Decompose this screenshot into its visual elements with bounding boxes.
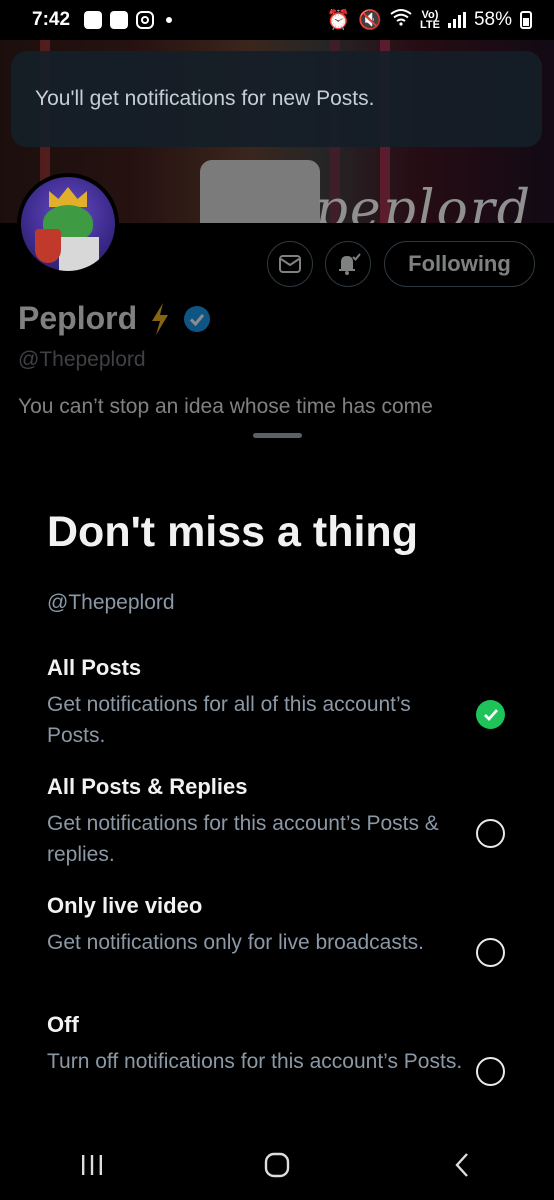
option-all-posts[interactable]: All Posts Get notifications for all of t… (47, 655, 527, 751)
mail-icon (279, 255, 301, 273)
radio-unselected[interactable] (476, 938, 505, 967)
option-description: Get notifications for all of this accoun… (47, 693, 411, 747)
battery-percent: 58% (473, 9, 512, 30)
sheet-subtitle: @Thepeplord (47, 591, 175, 614)
toast-message: You'll get notifications for new Posts. (35, 87, 375, 110)
shopping-bag-icon (110, 11, 129, 29)
signal-icon (447, 12, 466, 28)
home-icon (264, 1152, 290, 1178)
option-all-posts-replies[interactable]: All Posts & Replies Get notifications fo… (47, 774, 527, 870)
display-name: Peplord (18, 300, 138, 336)
option-title: All Posts & Replies (47, 774, 248, 799)
message-button[interactable] (267, 241, 313, 287)
option-description: Get notifications only for live broadcas… (47, 931, 425, 954)
radio-unselected[interactable] (476, 1057, 505, 1086)
network-type: Vo) LTE (420, 9, 440, 31)
radio-selected[interactable] (476, 700, 505, 729)
notifications-button[interactable] (325, 241, 371, 287)
back-icon (455, 1153, 468, 1177)
bell-check-icon (339, 253, 361, 275)
battery-icon (520, 11, 532, 29)
lightning-icon (152, 302, 169, 335)
option-only-live-video[interactable]: Only live video Get notifications only f… (47, 893, 527, 967)
back-button[interactable] (432, 1145, 492, 1185)
mute-icon: 🔇 (358, 10, 382, 31)
verified-badge-icon (184, 305, 211, 332)
recents-icon (82, 1155, 103, 1175)
notification-toast: You'll get notifications for new Posts. (11, 51, 542, 147)
option-description: Get notifications for this account’s Pos… (47, 812, 439, 866)
checkmark-icon (483, 708, 498, 721)
alarm-icon: ⏰ (326, 10, 351, 31)
status-time: 7:42 (32, 9, 71, 30)
profile-handle: @Thepeplord (18, 348, 146, 371)
sheet-title: Don't miss a thing (47, 508, 418, 556)
option-title: Off (47, 1012, 79, 1037)
home-button[interactable] (247, 1145, 307, 1185)
instagram-icon (136, 11, 155, 29)
sheet-grabber[interactable] (253, 433, 302, 438)
following-button[interactable]: Following (384, 241, 535, 287)
profile-name-row: Peplord (18, 300, 211, 337)
checkbox-notification-icon (84, 11, 103, 29)
radio-unselected[interactable] (476, 819, 505, 848)
system-navigation-bar (0, 1130, 554, 1200)
avatar[interactable] (17, 173, 119, 275)
option-title: Only live video (47, 893, 203, 918)
profile-bio: You can’t stop an idea whose time has co… (18, 395, 433, 418)
more-notifications-icon (166, 17, 173, 23)
option-off[interactable]: Off Turn off notifications for this acco… (47, 1012, 527, 1086)
option-description: Turn off notifications for this account’… (47, 1050, 463, 1073)
recents-button[interactable] (62, 1145, 122, 1185)
option-title: All Posts (47, 655, 142, 680)
wifi-icon (390, 8, 412, 32)
status-bar: 7:42 ⏰ 🔇 Vo) LTE 58% (0, 0, 554, 40)
